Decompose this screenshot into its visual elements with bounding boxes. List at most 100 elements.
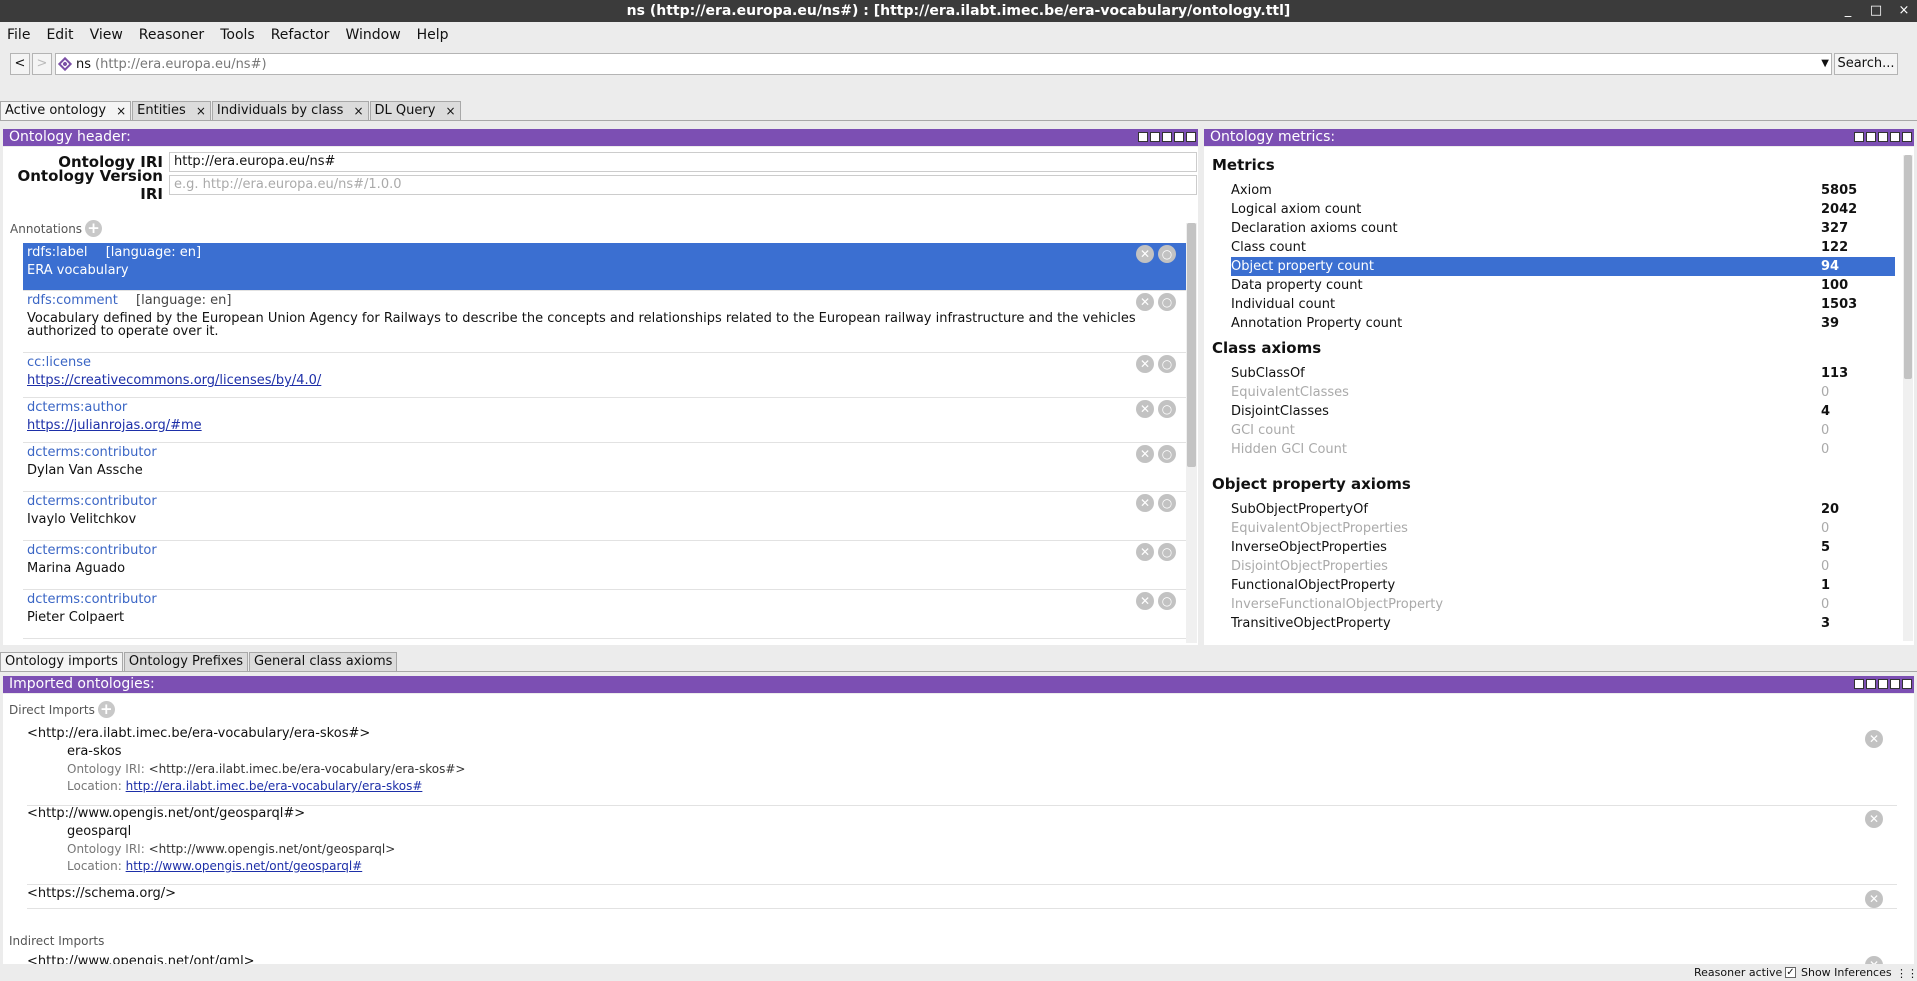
annotation-item[interactable]: dcterms:contributor Pieter Colpaert ✕ ○ — [23, 590, 1186, 639]
metric-row[interactable]: InverseObjectProperties 5 — [1231, 538, 1895, 557]
edit-annotation-icon[interactable]: ○ — [1158, 445, 1176, 463]
metric-row[interactable]: InverseFunctionalObjectProperty 0 — [1231, 595, 1895, 614]
edit-annotation-icon[interactable]: ○ — [1158, 400, 1176, 418]
edit-annotation-icon[interactable]: ○ — [1158, 355, 1176, 373]
menu-reasoner[interactable]: Reasoner — [139, 27, 212, 43]
tab-close-icon[interactable]: × — [445, 102, 455, 120]
edit-annotation-icon[interactable]: ○ — [1158, 494, 1176, 512]
metric-row-selected[interactable]: Object property count 94 — [1231, 257, 1895, 276]
metric-row[interactable]: Axiom 5805 — [1231, 181, 1895, 200]
tab-active-ontology[interactable]: Active ontology × — [0, 101, 132, 120]
menu-help[interactable]: Help — [417, 27, 457, 43]
tab-ontology-imports[interactable]: Ontology imports — [0, 652, 123, 671]
search-button[interactable]: Search... — [1834, 53, 1898, 75]
tab-dl-query[interactable]: DL Query × — [369, 101, 461, 120]
split-horizontal-icon[interactable] — [1878, 132, 1888, 142]
metric-row[interactable]: SubClassOf 113 — [1231, 364, 1895, 383]
annotation-item[interactable]: dcterms:contributor Dylan Van Assche ✕ ○ — [23, 443, 1186, 492]
ontology-iri-field[interactable]: http://era.europa.eu/ns# — [169, 152, 1197, 172]
metric-row[interactable]: DisjointClasses 4 — [1231, 402, 1895, 421]
menu-view[interactable]: View — [90, 27, 131, 43]
help-icon[interactable] — [1138, 132, 1148, 142]
close-view-icon[interactable] — [1902, 132, 1912, 142]
metric-row[interactable]: Declaration axioms count 327 — [1231, 219, 1895, 238]
remove-import-icon[interactable]: ✕ — [1865, 956, 1883, 964]
split-horizontal-icon[interactable] — [1162, 132, 1172, 142]
menu-file[interactable]: File — [7, 27, 38, 43]
license-link[interactable]: https://creativecommons.org/licenses/by/… — [27, 373, 321, 388]
close-window-button[interactable]: × — [1897, 0, 1911, 22]
menu-refactor[interactable]: Refactor — [271, 27, 338, 43]
tab-close-icon[interactable]: × — [116, 102, 126, 120]
add-import-icon[interactable]: + — [97, 701, 115, 718]
metric-row[interactable]: Annotation Property count 39 — [1231, 314, 1895, 333]
metric-row[interactable]: Class count 122 — [1231, 238, 1895, 257]
delete-annotation-icon[interactable]: ✕ — [1136, 445, 1154, 463]
delete-annotation-icon[interactable]: ✕ — [1136, 293, 1154, 311]
annotation-item[interactable]: rdfs:label [language: en] ERA vocabulary… — [23, 243, 1186, 291]
close-view-icon[interactable] — [1186, 132, 1196, 142]
minimize-button[interactable]: _ — [1841, 0, 1855, 22]
metric-row[interactable]: EquivalentObjectProperties 0 — [1231, 519, 1895, 538]
author-link[interactable]: https://julianrojas.org/#me — [27, 418, 202, 433]
forward-button[interactable]: > — [32, 53, 52, 75]
show-inferences-checkbox[interactable]: ✓ — [1785, 967, 1796, 978]
metric-row[interactable]: TransitiveObjectProperty 3 — [1231, 614, 1895, 633]
edit-annotation-icon[interactable]: ○ — [1158, 245, 1176, 263]
delete-annotation-icon[interactable]: ✕ — [1136, 355, 1154, 373]
tab-individuals-by-class[interactable]: Individuals by class × — [211, 101, 369, 120]
edit-annotation-icon[interactable]: ○ — [1158, 543, 1176, 561]
delete-annotation-icon[interactable]: ✕ — [1136, 592, 1154, 610]
split-vertical-icon[interactable] — [1866, 679, 1876, 689]
float-icon[interactable] — [1890, 132, 1900, 142]
metric-row[interactable]: Data property count 100 — [1231, 276, 1895, 295]
menu-tools[interactable]: Tools — [220, 27, 263, 43]
edit-annotation-icon[interactable]: ○ — [1158, 293, 1176, 311]
annotation-item[interactable]: dcterms:author https://julianrojas.org/#… — [23, 398, 1186, 443]
delete-annotation-icon[interactable]: ✕ — [1136, 400, 1154, 418]
scrollbar-thumb[interactable] — [1187, 223, 1196, 467]
maximize-button[interactable]: □ — [1869, 0, 1883, 22]
tab-general-class-axioms[interactable]: General class axioms — [248, 652, 398, 671]
back-button[interactable]: < — [10, 53, 30, 75]
metric-row[interactable]: FunctionalObjectProperty 1 — [1231, 576, 1895, 595]
help-icon[interactable] — [1854, 679, 1864, 689]
annotation-item[interactable]: dcterms:contributor Marina Aguado ✕ ○ — [23, 541, 1186, 590]
tab-close-icon[interactable]: × — [196, 102, 206, 120]
location-link[interactable]: http://era.ilabt.imec.be/era-vocabulary/… — [126, 779, 423, 793]
metrics-scrollbar[interactable] — [1903, 155, 1913, 641]
import-item[interactable]: <http://www.opengis.net/ont/geosparql#> … — [27, 806, 1897, 873]
delete-annotation-icon[interactable]: ✕ — [1136, 245, 1154, 263]
float-icon[interactable] — [1890, 679, 1900, 689]
delete-annotation-icon[interactable]: ✕ — [1136, 494, 1154, 512]
help-icon[interactable] — [1854, 132, 1864, 142]
menu-edit[interactable]: Edit — [46, 27, 81, 43]
metric-row[interactable]: SubObjectPropertyOf 20 — [1231, 500, 1895, 519]
tab-close-icon[interactable]: × — [353, 102, 363, 120]
split-horizontal-icon[interactable] — [1878, 679, 1888, 689]
show-inferences-label[interactable]: Show Inferences — [1801, 966, 1892, 979]
metric-row[interactable]: EquivalentClasses 0 — [1231, 383, 1895, 402]
location-link[interactable]: http://www.opengis.net/ont/geosparql# — [126, 859, 363, 873]
metric-row[interactable]: Hidden GCI Count 0 — [1231, 440, 1895, 459]
metric-row[interactable]: Logical axiom count 2042 — [1231, 200, 1895, 219]
metric-row[interactable]: Individual count 1503 — [1231, 295, 1895, 314]
split-vertical-icon[interactable] — [1866, 132, 1876, 142]
tab-entities[interactable]: Entities × — [132, 101, 211, 120]
scrollbar-thumb[interactable] — [1904, 155, 1912, 379]
close-view-icon[interactable] — [1902, 679, 1912, 689]
metric-row[interactable]: GCI count 0 — [1231, 421, 1895, 440]
annotation-item[interactable]: dcterms:contributor Ivaylo Velitchkov ✕ … — [23, 492, 1186, 541]
add-annotation-icon[interactable]: + — [85, 220, 103, 237]
remove-import-icon[interactable]: ✕ — [1865, 810, 1883, 828]
annotation-item[interactable]: rdfs:comment [language: en] Vocabulary d… — [23, 291, 1186, 353]
annotations-scrollbar[interactable] — [1186, 223, 1197, 643]
import-item[interactable]: <http://era.ilabt.imec.be/era-vocabulary… — [27, 726, 1897, 793]
tab-ontology-prefixes[interactable]: Ontology Prefixes — [123, 652, 248, 671]
resize-grip-icon[interactable]: ⋮⋮ — [1896, 967, 1917, 980]
metric-row[interactable]: DisjointObjectProperties 0 — [1231, 557, 1895, 576]
active-entity-combo[interactable]: ns (http://era.europa.eu/ns#) ▼ — [55, 53, 1832, 75]
combo-dropdown-icon[interactable]: ▼ — [1821, 54, 1829, 74]
remove-import-icon[interactable]: ✕ — [1865, 730, 1883, 748]
import-item[interactable]: <https://schema.org/> ✕ — [27, 886, 1897, 908]
